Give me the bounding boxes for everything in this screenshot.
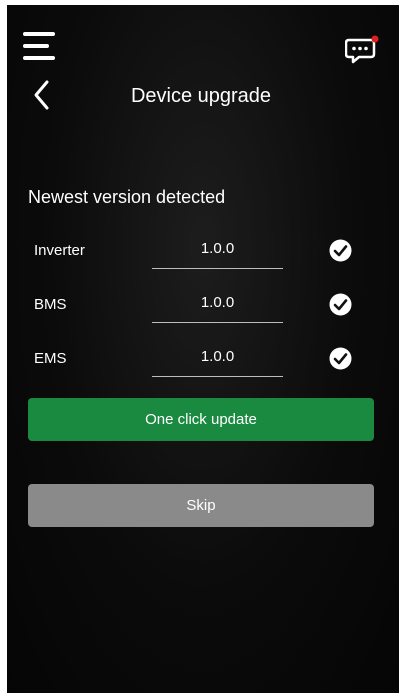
version-value: 1.0.0 (200, 294, 235, 311)
check-circle-icon (329, 239, 352, 262)
version-row-ems: EMS 1.0.0 (7, 340, 399, 380)
row-label: EMS (34, 350, 67, 367)
value-underline (152, 376, 283, 377)
value-underline (152, 322, 283, 323)
app-screen: Device upgrade Newest version detected I… (7, 5, 399, 693)
chat-bubble-icon[interactable] (344, 35, 381, 65)
page-title: Device upgrade (130, 85, 272, 107)
skip-button[interactable]: Skip (28, 484, 374, 527)
one-click-update-button[interactable]: One click update (28, 398, 374, 441)
version-row-bms: BMS 1.0.0 (7, 286, 399, 326)
version-row-inverter: Inverter 1.0.0 (7, 232, 399, 272)
version-value: 1.0.0 (200, 240, 235, 257)
check-circle-icon (329, 293, 352, 316)
section-title: Newest version detected (28, 187, 226, 207)
notification-dot (371, 35, 379, 43)
hamburger-menu-icon[interactable] (23, 32, 55, 62)
check-circle-icon (329, 347, 352, 370)
row-label: Inverter (34, 242, 85, 259)
value-underline (152, 268, 283, 269)
row-label: BMS (34, 296, 67, 313)
version-value: 1.0.0 (200, 348, 235, 365)
